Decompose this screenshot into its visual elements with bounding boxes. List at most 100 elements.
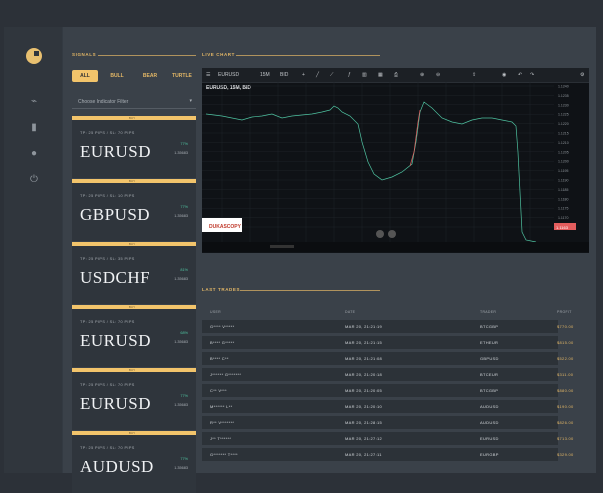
user-icon[interactable]: ●: [28, 148, 40, 160]
price-line-down: [409, 109, 421, 167]
signal-ribbon: BUY: [128, 368, 136, 372]
signal-price: 1.35683: [174, 151, 188, 155]
trade-profit: $713.00: [557, 436, 574, 441]
signal-card[interactable]: BUY TP: 25 PIPS / SL: 70 PIPS AUDUSD 77%…: [72, 431, 196, 493]
power-icon[interactable]: ⏻: [28, 174, 40, 186]
trade-user: G**** V*****: [210, 324, 235, 329]
y-tick-label: 1.1175: [558, 207, 568, 211]
price-line-up: [205, 101, 537, 243]
chart-icon[interactable]: ⌁: [28, 96, 40, 108]
redo-icon[interactable]: ↷: [530, 72, 534, 78]
trade-user: B**** C**: [210, 356, 229, 361]
signal-tp-sl: TP: 25 PIPS / SL: 70 PIPS: [80, 131, 135, 135]
eye-icon[interactable]: ◉: [502, 72, 506, 78]
y-tick-label: 1.1240: [558, 85, 569, 89]
y-tick-label: 1.1230: [558, 103, 569, 107]
trade-user: J** T******: [210, 436, 232, 441]
tab-bull[interactable]: BULL: [104, 70, 130, 82]
bar-chart-icon[interactable]: ▥: [362, 72, 367, 78]
y-tick-label: 1.1235: [558, 94, 569, 98]
trade-user: M****** L**: [210, 404, 233, 409]
signal-ribbon: BUY: [128, 179, 136, 183]
col-profit: PROFIT: [557, 310, 572, 314]
live-chart[interactable]: ☰ EURUSD 15M BID + ╱ ⟋ ƒ ▥ ▦ ⎙ ⊕ ⊖ ⇪ ◉ ↶…: [202, 68, 589, 253]
indicator-filter-select[interactable]: Choose Indicator Filter ▾: [72, 96, 196, 109]
trade-trader: BTCGBP: [480, 324, 499, 329]
chevron-down-icon: ▾: [189, 98, 192, 104]
trade-user: R** V*******: [210, 420, 235, 425]
trade-profit: $190.00: [557, 404, 574, 409]
side-select[interactable]: BID: [280, 72, 288, 78]
col-trader: TRADER: [480, 310, 497, 314]
trade-date: MAR 20, 21:20:18: [345, 372, 383, 377]
y-tick-label: 1.1205: [558, 150, 569, 154]
tab-bear[interactable]: BEAR: [137, 70, 163, 82]
table-row: M****** L** MAR 20, 21:20:10 AUDUSD $190…: [202, 400, 573, 413]
trade-profit: $880.00: [557, 388, 574, 393]
table-row: J****** G******* MAR 20, 21:20:18 BTCEUR…: [202, 368, 573, 381]
trend-tool-icon[interactable]: ⟋: [330, 72, 334, 78]
crosshair-icon[interactable]: +: [302, 72, 305, 78]
interval-select[interactable]: 15M: [260, 72, 270, 78]
trade-trader: BTCGBP: [480, 388, 499, 393]
col-date: DATE: [345, 310, 356, 314]
signal-card[interactable]: BUY TP: 25 PIPS / SL: 70 PIPS EURUSD 68%…: [72, 305, 196, 367]
tab-turtle[interactable]: TURTLE: [168, 70, 196, 82]
chart-scrollbar[interactable]: [270, 245, 294, 248]
zoom-out-circle[interactable]: [376, 230, 384, 238]
undo-icon[interactable]: ↶: [518, 72, 522, 78]
signal-tp-sl: TP: 25 PIPS / SL: 70 PIPS: [80, 320, 135, 324]
tab-all[interactable]: ALL: [72, 70, 98, 82]
trade-user: G******* T****: [210, 452, 238, 457]
trade-trader: AUDUSD: [480, 420, 499, 425]
bars-icon[interactable]: ▮: [28, 122, 40, 134]
zoom-out-icon[interactable]: ⊖: [436, 72, 440, 78]
trade-profit: $522.00: [557, 356, 574, 361]
y-tick-label: 1.1195: [558, 169, 568, 173]
last-price-text: 1.1163: [556, 225, 569, 230]
menu-icon[interactable]: ☰: [206, 72, 210, 78]
chart-toolbar: ☰ EURUSD 15M BID + ╱ ⟋ ƒ ▥ ▦ ⎙ ⊕ ⊖ ⇪ ◉ ↶…: [202, 68, 589, 83]
filter-placeholder: Choose Indicator Filter: [78, 99, 129, 105]
grid-icon[interactable]: ▦: [378, 72, 383, 78]
trade-date: MAR 20, 21:21:19: [345, 324, 383, 329]
zoom-in-icon[interactable]: ⊕: [420, 72, 424, 78]
signal-tp-sl: TP: 25 PIPS / SL: 70 PIPS: [80, 446, 135, 450]
trade-profit: $311.00: [557, 372, 574, 377]
signal-card[interactable]: BUY TP: 25 PIPS / SL: 10 PIPS GBPUSD 77%…: [72, 179, 196, 241]
signal-ribbon: BUY: [128, 305, 136, 309]
y-tick-label: 1.1200: [558, 160, 569, 164]
settings-icon[interactable]: ⚙: [580, 72, 584, 78]
zoom-in-circle[interactable]: [388, 230, 396, 238]
signal-card[interactable]: BUY TP: 25 PIPS / SL: 35 PIPS USDCHF 81%…: [72, 242, 196, 304]
signal-tp-sl: TP: 25 PIPS / SL: 70 PIPS: [80, 383, 135, 387]
signal-card[interactable]: BUY TP: 25 PIPS / SL: 70 PIPS EURUSD 77%…: [72, 116, 196, 178]
signal-ribbon: BUY: [128, 431, 136, 435]
signal-percent: 81%: [180, 268, 188, 272]
signal-card[interactable]: BUY TP: 25 PIPS / SL: 70 PIPS EURUSD 77%…: [72, 368, 196, 430]
signal-tp-sl: TP: 25 PIPS / SL: 10 PIPS: [80, 194, 135, 198]
side-rail: [4, 27, 62, 473]
signal-pair: GBPUSD: [80, 205, 151, 224]
signal-percent: 77%: [180, 394, 188, 398]
signal-price: 1.35683: [174, 340, 188, 344]
live-chart-title: LIVE CHART: [202, 52, 235, 57]
trade-profit: $815.00: [557, 340, 574, 345]
trade-date: MAR 20, 21:21:15: [345, 340, 383, 345]
line-tool-icon[interactable]: ╱: [316, 72, 319, 78]
signal-percent: 77%: [180, 205, 188, 209]
print-icon[interactable]: ⎙: [394, 72, 398, 78]
y-tick-label: 1.1190: [558, 179, 568, 183]
last-trades-title: LAST TRADES: [202, 287, 241, 292]
indicator-icon[interactable]: ƒ: [348, 72, 351, 78]
trade-user: B**** G*****: [210, 340, 235, 345]
live-chart-divider: [236, 55, 380, 56]
trade-trader: EURUSD: [480, 436, 499, 441]
trade-date: MAR 20, 21:21:08: [345, 356, 383, 361]
trade-profit: $826.00: [557, 420, 574, 425]
trade-user: C** V***: [210, 388, 227, 393]
share-icon[interactable]: ⇪: [472, 72, 476, 78]
trade-profit: $329.00: [557, 452, 574, 457]
table-row: J** T****** MAR 20, 21:27:12 EURUSD $713…: [202, 432, 573, 445]
symbol-select[interactable]: EURUSD: [218, 72, 239, 78]
